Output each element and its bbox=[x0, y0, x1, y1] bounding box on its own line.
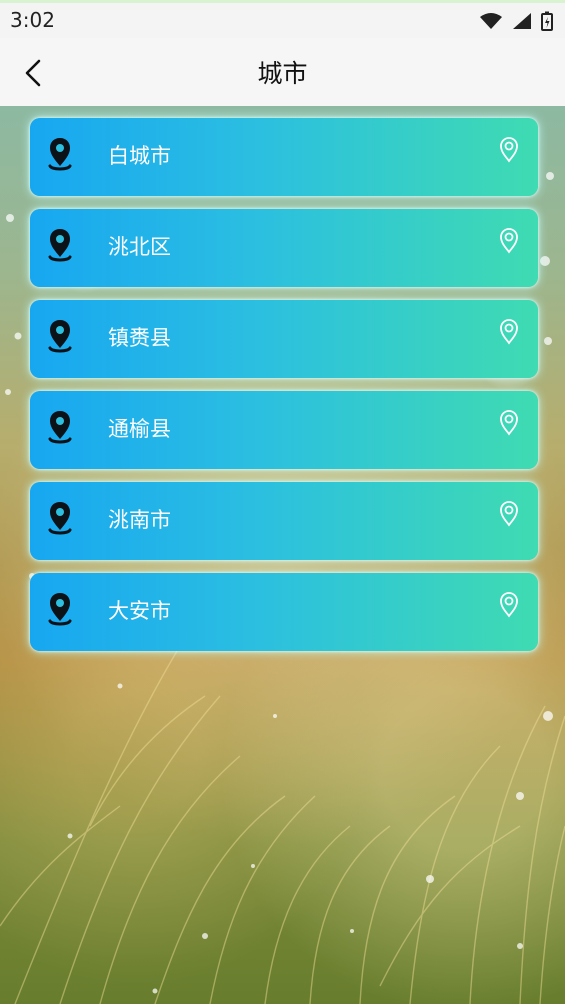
location-marker-icon bbox=[500, 228, 518, 254]
city-item-baicheng[interactable]: 白城市 bbox=[30, 118, 538, 196]
city-list-screen: 白城市 洮北区 镇赉县 通榆县 洮南市 大安市 bbox=[0, 106, 565, 1004]
city-item-taonan[interactable]: 洮南市 bbox=[30, 482, 538, 560]
status-bar: 3:02 bbox=[0, 0, 565, 38]
location-pin-icon bbox=[48, 320, 72, 353]
status-time: 3:02 bbox=[10, 8, 55, 32]
battery-icon bbox=[541, 11, 553, 31]
city-name: 通榆县 bbox=[108, 417, 171, 441]
city-name: 洮北区 bbox=[108, 235, 171, 259]
location-marker-icon bbox=[500, 137, 518, 163]
city-item-tongyu[interactable]: 通榆县 bbox=[30, 391, 538, 469]
city-item-taobei[interactable]: 洮北区 bbox=[30, 209, 538, 287]
city-item-zhenlai[interactable]: 镇赉县 bbox=[30, 300, 538, 378]
location-pin-icon bbox=[48, 593, 72, 626]
city-name: 大安市 bbox=[108, 599, 171, 623]
location-marker-icon bbox=[500, 410, 518, 436]
location-pin-icon bbox=[48, 411, 72, 444]
location-pin-icon bbox=[48, 502, 72, 535]
location-pin-icon bbox=[48, 138, 72, 171]
status-icons bbox=[479, 11, 553, 31]
signal-icon bbox=[513, 13, 531, 29]
city-name: 镇赉县 bbox=[108, 326, 171, 350]
city-name: 洮南市 bbox=[108, 508, 171, 532]
location-marker-icon bbox=[500, 319, 518, 345]
location-pin-icon bbox=[48, 229, 72, 262]
location-marker-icon bbox=[500, 592, 518, 618]
wifi-icon bbox=[480, 13, 502, 29]
city-name: 白城市 bbox=[108, 144, 171, 168]
location-marker-icon bbox=[500, 501, 518, 527]
city-item-daan[interactable]: 大安市 bbox=[30, 573, 538, 651]
app-header: 城市 bbox=[0, 38, 565, 106]
page-title: 城市 bbox=[257, 59, 308, 88]
